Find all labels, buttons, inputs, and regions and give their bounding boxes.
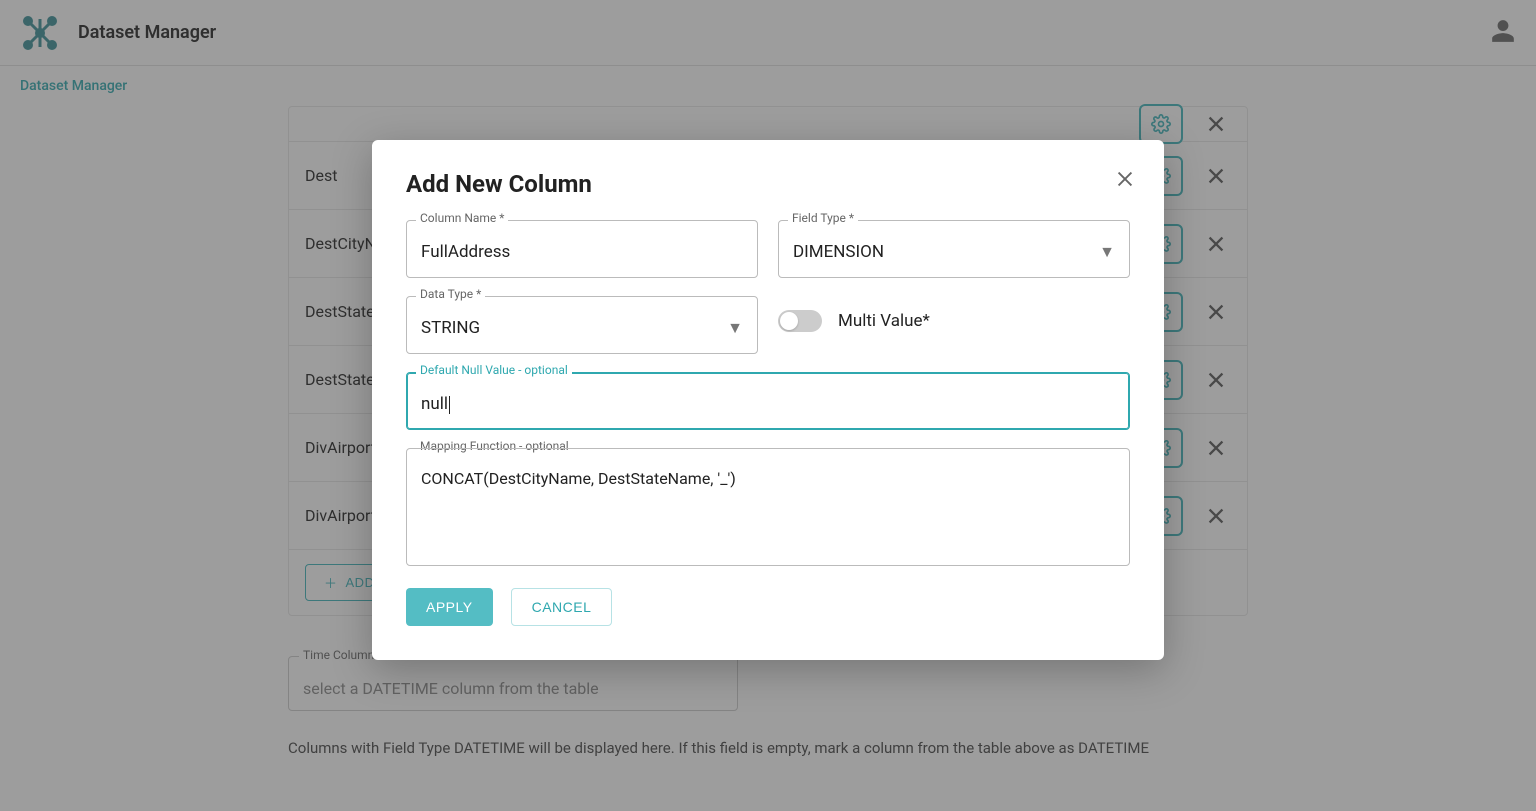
field-type-select[interactable]: DIMENSION ▼ xyxy=(778,220,1130,278)
data-type-select[interactable]: STRING ▼ xyxy=(406,296,758,354)
data-type-value: STRING xyxy=(421,318,727,338)
add-column-modal: Add New Column Column Name * FullAddress… xyxy=(372,140,1164,660)
mapping-function-value: CONCAT(DestCityName, DestStateName, '_') xyxy=(421,469,1115,488)
modal-overlay: Add New Column Column Name * FullAddress… xyxy=(0,0,1536,811)
apply-button[interactable]: APPLY xyxy=(406,588,493,626)
field-type-value: DIMENSION xyxy=(793,242,1099,262)
data-type-label: Data Type * xyxy=(416,287,485,301)
field-type-label: Field Type * xyxy=(788,211,858,225)
column-name-value: FullAddress xyxy=(421,242,743,262)
dropdown-caret-icon: ▼ xyxy=(1099,242,1115,262)
cancel-button[interactable]: CANCEL xyxy=(511,588,613,626)
default-null-input[interactable]: null xyxy=(406,372,1130,430)
dropdown-caret-icon: ▼ xyxy=(727,318,743,338)
multi-value-label: Multi Value* xyxy=(838,311,930,331)
multi-value-toggle[interactable] xyxy=(778,310,822,332)
column-name-label: Column Name * xyxy=(416,211,508,225)
default-null-value: null xyxy=(421,394,1115,414)
modal-title: Add New Column xyxy=(406,170,1130,198)
column-name-input[interactable]: FullAddress xyxy=(406,220,758,278)
default-null-label: Default Null Value - optional xyxy=(416,363,572,377)
modal-close-button[interactable] xyxy=(1114,168,1136,194)
mapping-function-input[interactable]: CONCAT(DestCityName, DestStateName, '_') xyxy=(406,448,1130,566)
